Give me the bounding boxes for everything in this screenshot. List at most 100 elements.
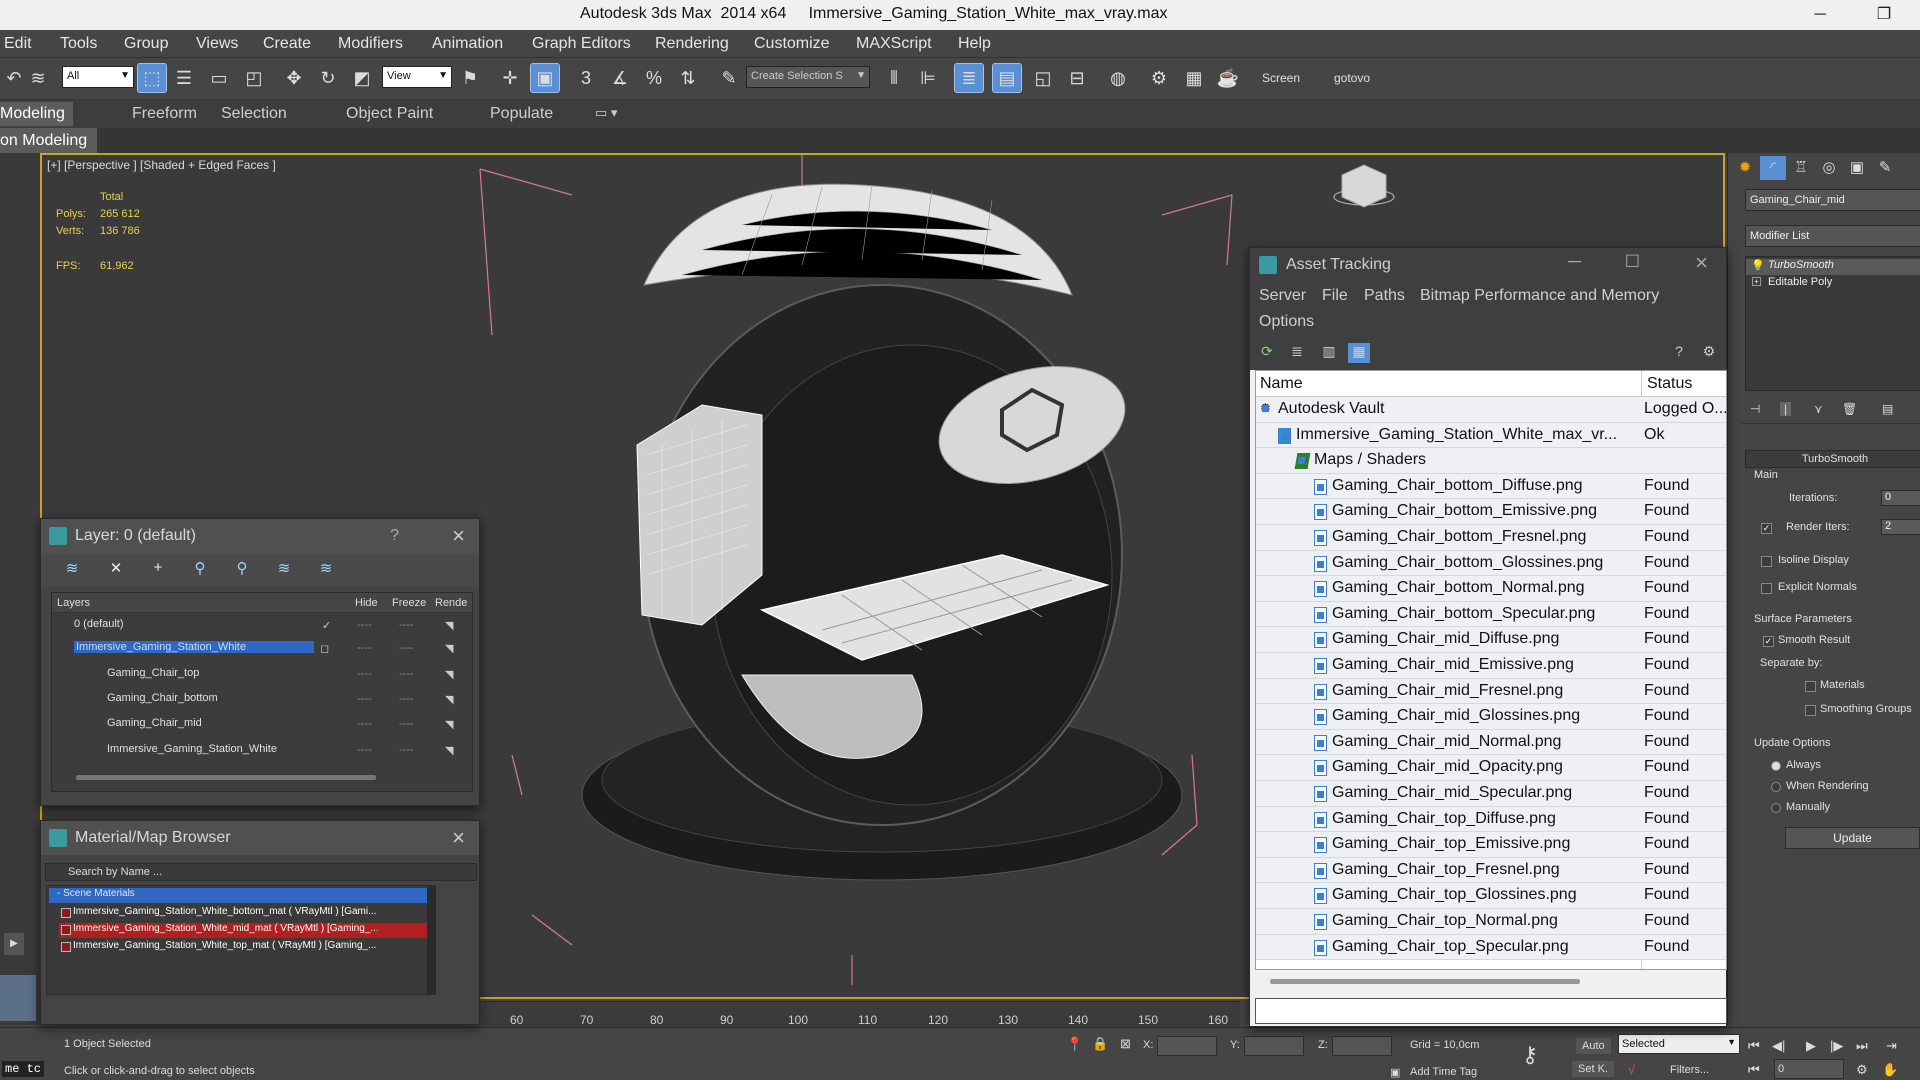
filters-button[interactable]: Filters...	[1670, 1064, 1709, 1076]
hide-toggle[interactable]: ----	[357, 718, 372, 730]
refresh-icon[interactable]: ⟳	[1256, 343, 1278, 363]
render-iters-spinner[interactable]: 2	[1881, 519, 1920, 535]
menu-customize[interactable]: Customize	[754, 35, 830, 53]
asset-row[interactable]: Gaming_Chair_mid_Normal.png Found	[1256, 729, 1726, 756]
lightbulb-icon[interactable]: 💡	[1751, 259, 1765, 272]
scene-materials-group[interactable]: - Scene Materials	[49, 888, 434, 903]
modifier-list-dropdown[interactable]: Modifier List	[1745, 225, 1920, 247]
col-freeze[interactable]: Freeze	[392, 597, 426, 609]
add-time-tag[interactable]: Add Time Tag	[1410, 1066, 1477, 1078]
viewport-nav-icon[interactable]: ✋	[1882, 1062, 1898, 1078]
asset-row[interactable]: Gaming_Chair_top_Specular.png Found	[1256, 934, 1726, 961]
select-in-layer-icon[interactable]: ⚲	[189, 559, 211, 579]
asset-row[interactable]: Gaming_Chair_mid_Diffuse.png Found	[1256, 627, 1726, 653]
ribbon-tab-selection[interactable]: Selection	[221, 105, 287, 123]
key-mode-toggle-icon[interactable]: ⇥	[1886, 1038, 1897, 1054]
close-icon[interactable]: ×	[1695, 250, 1708, 276]
maximize-icon[interactable]: ☐	[1625, 252, 1640, 272]
pin-stack-icon[interactable]: ⊣	[1750, 402, 1760, 416]
col-status[interactable]: Status	[1647, 375, 1692, 393]
asset-path-field[interactable]	[1255, 998, 1727, 1024]
col-name[interactable]: Name	[1260, 375, 1303, 393]
render-icon[interactable]: ◥	[445, 668, 453, 681]
add-to-layer-icon[interactable]: +	[147, 559, 169, 579]
col-hide[interactable]: Hide	[355, 597, 378, 609]
hide-toggle[interactable]: ----	[357, 642, 372, 654]
keyboard-shortcut-icon[interactable]: ▣	[530, 63, 560, 93]
snap-3d-icon[interactable]: 3	[572, 64, 600, 92]
select-manipulate-icon[interactable]: ✛	[496, 64, 524, 92]
iterations-spinner[interactable]: 0	[1881, 490, 1920, 506]
rendered-frame-window-icon[interactable]: ▦	[1180, 64, 1208, 92]
reference-coord-dropdown[interactable]: View ▼	[382, 66, 452, 88]
menu-server[interactable]: Server	[1259, 287, 1306, 305]
hide-toggle[interactable]: ----	[357, 619, 372, 631]
layer-row[interactable]: 0 (default) ✓ ---- ---- ◥	[52, 613, 472, 635]
configure-sets-icon[interactable]: ▤	[1882, 402, 1893, 416]
show-end-result-icon[interactable]: |	[1780, 402, 1792, 416]
display-tab-icon[interactable]: ▣	[1844, 156, 1870, 180]
go-to-end-icon[interactable]: ⏭	[1856, 1038, 1868, 1054]
menu-create[interactable]: Create	[263, 35, 311, 53]
material-search-input[interactable]: Search by Name ...	[45, 863, 477, 881]
modify-tab-icon[interactable]: ◜	[1760, 156, 1786, 180]
asset-row[interactable]: Gaming_Chair_bottom_Diffuse.png Found	[1256, 473, 1726, 500]
smoothing-groups-checkbox[interactable]	[1805, 705, 1816, 716]
asset-tracking-titlebar[interactable]: Asset Tracking ─ ☐ ×	[1250, 248, 1726, 282]
utilities-tab-icon[interactable]: ✎	[1872, 156, 1898, 180]
isoline-display-checkbox[interactable]	[1761, 556, 1772, 567]
menu-views[interactable]: Views	[196, 35, 238, 53]
stack-item-turbosmooth[interactable]: 💡 TurboSmooth	[1746, 259, 1920, 275]
maximize-button[interactable]: ❐	[1864, 2, 1904, 28]
render-icon[interactable]: ◥	[445, 744, 453, 757]
rotate-icon[interactable]: ↻	[314, 64, 342, 92]
select-object-icon[interactable]: ⬚	[137, 63, 167, 93]
freeze-toggle[interactable]: ----	[399, 718, 414, 730]
schematic-view-icon[interactable]: ⊟	[1063, 64, 1091, 92]
asset-row[interactable]: Gaming_Chair_top_Diffuse.png Found	[1256, 806, 1726, 833]
time-ruler[interactable]: 60 70 80 90 100 110 120 130 140 150 160	[483, 1001, 1240, 1027]
list-view-icon[interactable]: ≣	[1286, 343, 1308, 363]
help-button[interactable]: ?	[390, 527, 399, 545]
close-icon[interactable]: ×	[452, 523, 465, 549]
layer-row[interactable]: Gaming_Chair_bottom ---- ---- ◥	[52, 687, 472, 709]
set-key-button[interactable]: Set K.	[1572, 1061, 1614, 1077]
freeze-all-icon[interactable]: ≋	[315, 559, 337, 579]
help-icon[interactable]: ?	[1668, 343, 1690, 363]
curve-editor-icon[interactable]: ◱	[1029, 64, 1057, 92]
update-button[interactable]: Update	[1785, 827, 1920, 849]
render-icon[interactable]: ◥	[445, 642, 453, 655]
minimize-icon[interactable]: ─	[1568, 251, 1581, 272]
asset-row[interactable]: Gaming_Chair_top_Fresnel.png Found	[1256, 857, 1726, 884]
ribbon-tab-populate[interactable]: Populate	[490, 105, 553, 123]
key-filter-dropdown[interactable]: Selected ▼	[1618, 1034, 1740, 1054]
stack-item-editable-poly[interactable]: + Editable Poly	[1746, 276, 1920, 292]
render-icon[interactable]: ◥	[445, 693, 453, 706]
menu-paths[interactable]: Paths	[1364, 287, 1405, 305]
menu-options[interactable]: Options	[1259, 313, 1314, 331]
edit-named-selection-icon[interactable]: ✎	[715, 64, 743, 92]
when-rendering-radio[interactable]	[1771, 782, 1781, 792]
thumbnail-view-icon[interactable]: ▥	[1318, 343, 1340, 363]
asset-row[interactable]: Gaming_Chair_bottom_Emissive.png Found	[1256, 499, 1726, 525]
hierarchy-tab-icon[interactable]: ♖	[1788, 156, 1814, 180]
rectangle-selection-icon[interactable]: ▭	[205, 64, 233, 92]
asset-row[interactable]: Gaming_Chair_mid_Glossines.png Found	[1256, 704, 1726, 730]
ribbon-tab-object-paint[interactable]: Object Paint	[346, 105, 433, 123]
menu-animation[interactable]: Animation	[432, 35, 503, 53]
spinner-snap-icon[interactable]: ⇅	[674, 64, 702, 92]
freeze-toggle[interactable]: ----	[399, 693, 414, 705]
time-config-icon[interactable]: ⏮	[1748, 1062, 1760, 1078]
turbosmooth-rollout-header[interactable]: TurboSmooth	[1745, 450, 1920, 468]
settings-icon[interactable]: ⚙	[1698, 343, 1720, 363]
gotovo-label[interactable]: gotovo	[1334, 71, 1370, 85]
menu-maxscript[interactable]: MAXScript	[856, 35, 932, 53]
next-frame-icon[interactable]: |▶	[1830, 1038, 1843, 1054]
isolate-icon[interactable]: 📍	[1066, 1036, 1083, 1053]
link-icon[interactable]: ≋	[24, 64, 52, 92]
hide-toggle[interactable]: ----	[357, 668, 372, 680]
menu-bitmap-performance[interactable]: Bitmap Performance and Memory	[1420, 287, 1659, 305]
ribbon-options-icon[interactable]: ▭ ▾	[595, 105, 617, 121]
ribbon-panel-label[interactable]: on Modeling	[0, 128, 97, 153]
menu-rendering[interactable]: Rendering	[655, 35, 729, 53]
